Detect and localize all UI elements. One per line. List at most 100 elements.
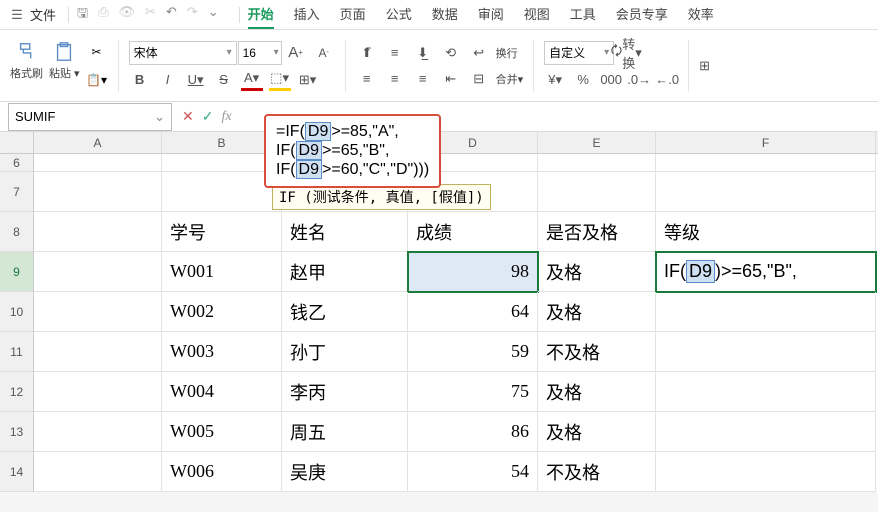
tab-5[interactable]: 审阅 [478,0,504,29]
cut-icon[interactable]: ✂ [145,4,156,26]
cut-button[interactable]: ✂ 📋▾ [86,41,108,91]
cell[interactable]: 成绩 [408,212,538,252]
cell[interactable]: 学号 [162,212,282,252]
tab-6[interactable]: 视图 [524,0,550,29]
highlight-button[interactable]: ⬚▾ [269,69,291,91]
merge-button[interactable]: ⊟ [468,68,490,90]
cell[interactable]: 不及格 [538,452,656,492]
cell[interactable] [656,292,876,332]
row-header-9[interactable]: 9 [0,252,33,292]
orientation-button[interactable]: ⟲ [440,42,462,64]
cell[interactable]: 赵甲 [282,252,408,292]
cell[interactable]: 等级 [656,212,876,252]
undo-icon[interactable]: ↶ [166,4,177,26]
cell[interactable]: 及格 [538,252,656,292]
cell[interactable]: 周五 [282,412,408,452]
align-left-button[interactable]: ≡ [356,68,378,90]
editing-cell[interactable]: IF(D9)>=65,"B", [656,252,876,292]
tab-8[interactable]: 会员专享 [616,0,668,29]
border-button[interactable]: ⊞▾ [297,69,319,91]
align-middle-button[interactable]: ≡ [384,42,406,64]
row-header-11[interactable]: 11 [0,332,33,372]
cell[interactable] [538,154,656,172]
italic-button[interactable]: I [157,69,179,91]
file-menu[interactable]: 文件 [30,5,56,24]
cell[interactable] [656,452,876,492]
cell[interactable] [656,412,876,452]
cell[interactable]: 64 [408,292,538,332]
cell[interactable]: 是否及格 [538,212,656,252]
comma-button[interactable]: 000 [600,69,622,91]
cell[interactable] [656,154,876,172]
cell[interactable]: 98 [408,252,538,292]
cell[interactable] [34,372,162,412]
percent-button[interactable]: % [572,69,594,91]
cell[interactable] [34,154,162,172]
align-top-button[interactable]: ⬆̄ [356,42,378,64]
cell[interactable]: W006 [162,452,282,492]
currency-button[interactable]: ¥▾ [544,69,566,91]
convert-button[interactable]: 🗘 转换▾ [615,42,637,64]
row-header-14[interactable]: 14 [0,452,33,492]
cell[interactable]: 吴庚 [282,452,408,492]
cell[interactable]: 孙丁 [282,332,408,372]
dec-decimal-button[interactable]: ←.0 [656,69,678,91]
cell[interactable]: 及格 [538,372,656,412]
cell[interactable]: 86 [408,412,538,452]
cell[interactable] [656,372,876,412]
col-header-A[interactable]: A [34,132,162,153]
cell[interactable] [34,452,162,492]
tab-3[interactable]: 公式 [386,0,412,29]
strike-button[interactable]: S [213,69,235,91]
name-box[interactable]: SUMIF ⌄ [8,103,172,131]
cell-styles-button[interactable]: ⊞ [699,55,710,77]
cell[interactable]: W005 [162,412,282,452]
cell[interactable]: 54 [408,452,538,492]
tab-4[interactable]: 数据 [432,0,458,29]
row-header-6[interactable]: 6 [0,154,33,172]
tab-2[interactable]: 页面 [340,0,366,29]
indent-button[interactable]: ⇤ [440,68,462,90]
format-painter-button[interactable]: 格式刷 [10,41,43,91]
save-icon[interactable]: 🖫 [77,4,88,26]
cell[interactable] [656,172,876,212]
decrease-font-button[interactable]: A- [313,42,335,64]
cell[interactable]: 不及格 [538,332,656,372]
increase-font-button[interactable]: A+ [285,42,307,64]
tab-1[interactable]: 插入 [294,0,320,29]
row-header-7[interactable]: 7 [0,172,33,212]
underline-button[interactable]: U▾ [185,69,207,91]
cell[interactable] [34,412,162,452]
cell[interactable] [34,292,162,332]
inc-decimal-button[interactable]: .0→ [628,69,650,91]
print-icon[interactable]: ⎙ [98,4,108,26]
fx-button[interactable]: fx [221,109,231,125]
cancel-button[interactable]: ✕ [182,108,194,125]
cell[interactable]: W004 [162,372,282,412]
redo-icon[interactable]: ↷ [187,4,198,26]
cell[interactable] [34,332,162,372]
row-header-10[interactable]: 10 [0,292,33,332]
row-header-12[interactable]: 12 [0,372,33,412]
align-center-button[interactable]: ≡ [384,68,406,90]
cell[interactable]: W003 [162,332,282,372]
font-color-button[interactable]: A▾ [241,69,263,91]
align-right-button[interactable]: ≡ [412,68,434,90]
cell[interactable]: 及格 [538,412,656,452]
cell[interactable] [34,252,162,292]
dropdown-icon[interactable]: ⌄ [208,4,219,26]
cell[interactable]: 姓名 [282,212,408,252]
hamburger-icon[interactable]: ☰ [8,7,26,23]
align-bottom-button[interactable]: ⬇̲ [412,42,434,64]
preview-icon[interactable]: 👁 [119,4,136,26]
cell[interactable]: W002 [162,292,282,332]
font-name-select[interactable] [129,41,237,65]
tab-0[interactable]: 开始 [248,0,274,29]
cell[interactable]: 李丙 [282,372,408,412]
cell[interactable]: 钱乙 [282,292,408,332]
confirm-button[interactable]: ✓ [202,108,214,125]
cell[interactable]: 及格 [538,292,656,332]
wrap-button[interactable]: ↩ [468,42,490,64]
cell[interactable]: 75 [408,372,538,412]
col-header-F[interactable]: F [656,132,876,153]
